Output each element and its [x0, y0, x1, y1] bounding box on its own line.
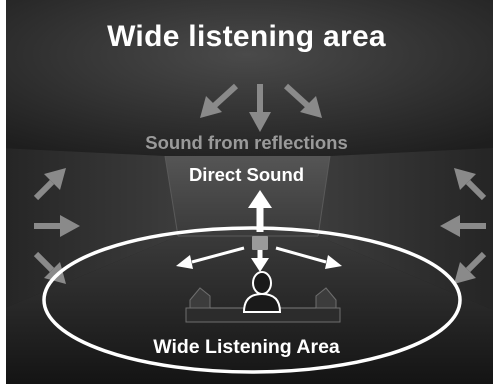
- direct-sound-label: Direct Sound: [188, 164, 305, 185]
- room-illustration: [0, 0, 493, 384]
- listening-area-label: Wide Listening Area: [153, 336, 340, 358]
- diagram-title: Wide listening area: [107, 20, 386, 53]
- reflections-label: Sound from reflections: [145, 132, 348, 153]
- speaker: [252, 236, 268, 250]
